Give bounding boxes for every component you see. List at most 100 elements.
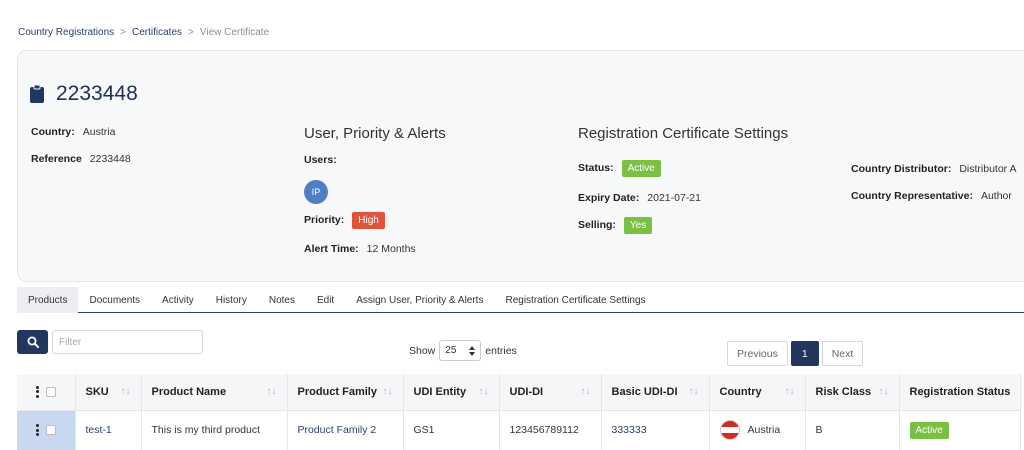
sort-arrows-icon <box>469 345 476 356</box>
status-badge: Active <box>909 421 949 439</box>
tab-activity[interactable]: Activity <box>151 287 205 313</box>
breadcrumb-separator: > <box>188 27 194 38</box>
cell-registration-status: Active <box>899 409 1022 450</box>
column-basic-udi-di[interactable]: Basic UDI-DI ↑↓ <box>601 374 710 410</box>
avatar[interactable]: IP <box>304 180 328 204</box>
distributor-field: Country Distributor: Distributor A <box>851 163 1017 175</box>
entries-label: entries <box>485 344 517 357</box>
sort-icon: ↑↓ <box>784 385 795 397</box>
column-risk-class[interactable]: Risk Class ↑↓ <box>805 374 900 410</box>
row-controls <box>17 409 76 450</box>
entries-select-value: 25 <box>445 345 457 356</box>
austria-flag-icon <box>719 420 740 441</box>
breadcrumb-separator: > <box>120 27 126 38</box>
tab-notes[interactable]: Notes <box>258 287 306 313</box>
show-label: Show <box>409 344 436 357</box>
sort-icon: ↑↓ <box>266 385 277 397</box>
sort-icon: ↑↓ <box>382 385 393 397</box>
sort-icon: ↑↓ <box>478 385 489 397</box>
reference-field: Reference 2233448 <box>31 153 131 165</box>
tab-products[interactable]: Products <box>17 287 79 313</box>
cell-sku[interactable]: test-1 <box>75 409 142 450</box>
reference-label: Reference <box>31 153 82 165</box>
pagination: Previous 1 Next <box>727 341 864 366</box>
alert-time-field: Alert Time: 12 Months <box>304 243 416 255</box>
tab-assign-user[interactable]: Assign User, Priority & Alerts <box>345 287 494 313</box>
representative-field: Country Representative: Author <box>851 190 1012 202</box>
column-country[interactable]: Country ↑↓ <box>709 374 806 410</box>
entries-length-control: Show 25 entries <box>409 340 517 361</box>
filter-input[interactable] <box>52 330 203 354</box>
table-row[interactable]: test-1 This is my third product Product … <box>17 409 1022 450</box>
alert-time-value: 12 Months <box>366 243 416 255</box>
cell-country-name: Austria <box>747 424 781 437</box>
breadcrumb-current: View Certificate <box>199 27 270 38</box>
more-vertical-icon[interactable] <box>35 385 39 398</box>
status-badge: Active <box>621 160 661 177</box>
page-1-button[interactable]: 1 <box>790 341 819 366</box>
distributor-value: Distributor A <box>959 163 1017 175</box>
next-page-button[interactable]: Next <box>821 341 864 366</box>
products-table: SKU ↑↓ Product Name ↑↓ Product Family ↑↓ UD… <box>17 374 1022 450</box>
selling-badge: Yes <box>623 217 653 234</box>
selling-label: Selling: <box>578 219 616 231</box>
selling-field: Selling: Yes <box>578 217 653 234</box>
alert-time-label: Alert Time: <box>304 243 359 255</box>
priority-field: Priority: High <box>304 212 385 229</box>
column-udi-di[interactable]: UDI-DI ↑↓ <box>499 374 602 410</box>
breadcrumb: Country Registrations > Certificates > V… <box>18 27 269 38</box>
user-priority-alerts-title: User, Priority & Alerts <box>304 125 446 142</box>
column-product-name[interactable]: Product Name ↑↓ <box>141 374 288 410</box>
sort-icon: ↑↓ <box>688 385 699 397</box>
priority-badge: High <box>352 212 385 229</box>
expiry-value: 2021-07-21 <box>647 192 701 204</box>
cell-risk-class: B <box>805 409 900 450</box>
page-header: 2233448 <box>30 82 138 106</box>
table-header-row: SKU ↑↓ Product Name ↑↓ Product Family ↑↓ UD… <box>17 374 1022 410</box>
breadcrumb-certificates[interactable]: Certificates <box>132 27 182 38</box>
column-udi-entity[interactable]: UDI Entity ↑↓ <box>403 374 500 410</box>
search-icon <box>27 336 39 348</box>
cell-country: Austria <box>709 409 806 450</box>
cell-product-name: This is my third product <box>141 409 288 450</box>
tab-documents[interactable]: Documents <box>78 287 151 313</box>
status-label: Status: <box>578 162 614 174</box>
sort-icon: ↑↓ <box>580 385 591 397</box>
page-title: 2233448 <box>56 82 138 105</box>
representative-value: Author <box>980 190 1012 202</box>
tab-edit[interactable]: Edit <box>306 287 345 313</box>
status-field: Status: Active <box>578 160 661 177</box>
country-label: Country: <box>31 126 75 138</box>
cell-basic-udi-di[interactable]: 333333 <box>601 409 710 450</box>
cell-udi-di: 123456789112 <box>499 409 602 450</box>
distributor-label: Country Distributor: <box>851 163 952 175</box>
registration-settings-title: Registration Certificate Settings <box>578 125 789 142</box>
cell-udi-entity: GS1 <box>403 409 500 450</box>
tab-history[interactable]: History <box>205 287 258 313</box>
expiry-field: Expiry Date: 2021-07-21 <box>578 192 701 204</box>
cell-product-family[interactable]: Product Family 2 <box>287 409 404 450</box>
clipboard-icon <box>30 84 44 103</box>
more-vertical-icon[interactable] <box>35 424 39 437</box>
users-label: Users: <box>304 154 337 166</box>
expiry-label: Expiry Date: <box>578 192 640 204</box>
reference-value: 2233448 <box>89 153 131 165</box>
column-product-family[interactable]: Product Family ↑↓ <box>287 374 404 410</box>
search-button[interactable] <box>17 330 48 354</box>
column-registration-status[interactable]: Registration Status <box>899 374 1022 410</box>
country-field: Country: Austria <box>31 126 115 138</box>
column-sku[interactable]: SKU ↑↓ <box>75 374 142 410</box>
sort-icon: ↑↓ <box>120 385 131 397</box>
breadcrumb-country-registrations[interactable]: Country Registrations <box>18 27 114 38</box>
row-checkbox[interactable] <box>45 425 56 436</box>
sort-icon: ↑↓ <box>878 385 889 397</box>
previous-page-button[interactable]: Previous <box>727 341 788 366</box>
tab-registration-settings[interactable]: Registration Certificate Settings <box>494 287 656 313</box>
entries-select[interactable]: 25 <box>439 340 482 361</box>
tab-bar: Products Documents Activity History Note… <box>17 287 1024 313</box>
priority-label: Priority: <box>304 214 345 226</box>
column-controls <box>17 374 76 410</box>
select-all-checkbox[interactable] <box>45 386 56 397</box>
country-value: Austria <box>82 126 116 138</box>
representative-label: Country Representative: <box>851 190 973 202</box>
